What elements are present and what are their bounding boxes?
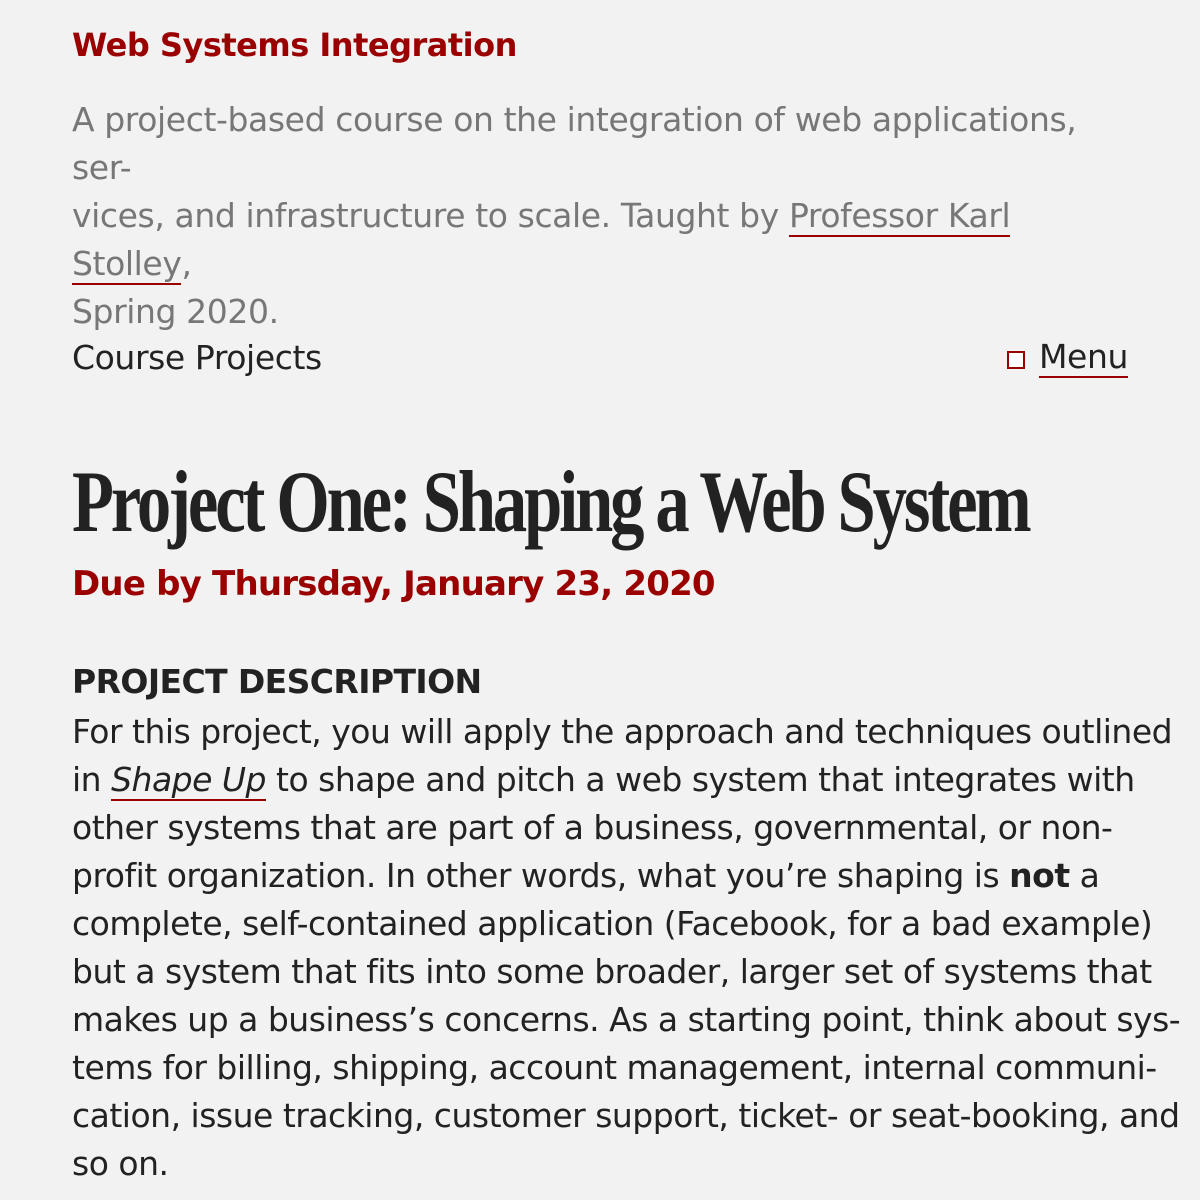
description-line: tems for billing, shipping, account mana… xyxy=(72,1044,1157,1092)
description-line: cation, issue tracking, customer support… xyxy=(72,1092,1180,1140)
emphasis-not: not xyxy=(1009,856,1070,895)
section-heading: PROJECT DESCRIPTION xyxy=(72,662,482,701)
course-tagline: A project-based course on the integratio… xyxy=(72,96,1112,336)
description-line: For this project, you will apply the app… xyxy=(72,708,1173,756)
description-text: complete, self-contained application (Fa… xyxy=(72,904,1153,943)
page: Web Systems Integration A project-based … xyxy=(0,0,1200,1200)
description-text: to shape and pitch a web system that int… xyxy=(266,760,1135,799)
description-text: so on. xyxy=(72,1144,169,1183)
description-line: in Shape Up to shape and pitch a web sys… xyxy=(72,756,1135,804)
tagline-line2-after: , xyxy=(181,244,192,283)
project-title: Project One: Shaping a Web System xyxy=(72,454,1032,551)
menu-link[interactable]: Menu xyxy=(1038,338,1128,378)
description-line: profit organization. In other words, wha… xyxy=(72,852,1128,900)
description-line: complete, self-contained application (Fa… xyxy=(72,900,1153,948)
description-text: tems for billing, shipping, account mana… xyxy=(72,1048,1157,1087)
site-title-link[interactable]: Web Systems Integration xyxy=(72,26,517,64)
description-text: a xyxy=(1069,856,1100,895)
description-text: other systems that are part of a busines… xyxy=(72,808,1113,847)
description-text: but a system that fits into some broader… xyxy=(72,952,1152,991)
description-text: profit organization. In other words, wha… xyxy=(72,856,1010,895)
description-text: cation, issue tracking, customer support… xyxy=(72,1096,1180,1135)
menu-toggle[interactable]: Menu xyxy=(1006,338,1128,378)
description-line: other systems that are part of a busines… xyxy=(72,804,1128,852)
section-label: Course Projects xyxy=(72,338,322,377)
menu-checkbox-icon[interactable] xyxy=(1006,351,1025,369)
section-nav: Course Projects Menu xyxy=(72,338,1128,386)
tagline-line1: A project-based course on the integratio… xyxy=(72,100,1077,187)
due-date: Due by Thursday, January 23, 2020 xyxy=(72,564,716,604)
description-line: so on. xyxy=(72,1140,1128,1188)
shape-up-link[interactable]: Shape Up xyxy=(111,760,267,801)
project-description: For this project, you will apply the app… xyxy=(72,708,1181,1188)
description-text: For this project, you will apply the app… xyxy=(72,712,1173,751)
description-text: in xyxy=(72,760,112,799)
description-line: but a system that fits into some broader… xyxy=(72,948,1152,996)
description-line: makes up a business’s concerns. As a sta… xyxy=(72,996,1181,1044)
tagline-line2-before: vices, and infrastructure to scale. Taug… xyxy=(72,196,789,235)
tagline-line3: Spring 2020. xyxy=(72,292,279,331)
description-text: makes up a business’s concerns. As a sta… xyxy=(72,1000,1181,1039)
